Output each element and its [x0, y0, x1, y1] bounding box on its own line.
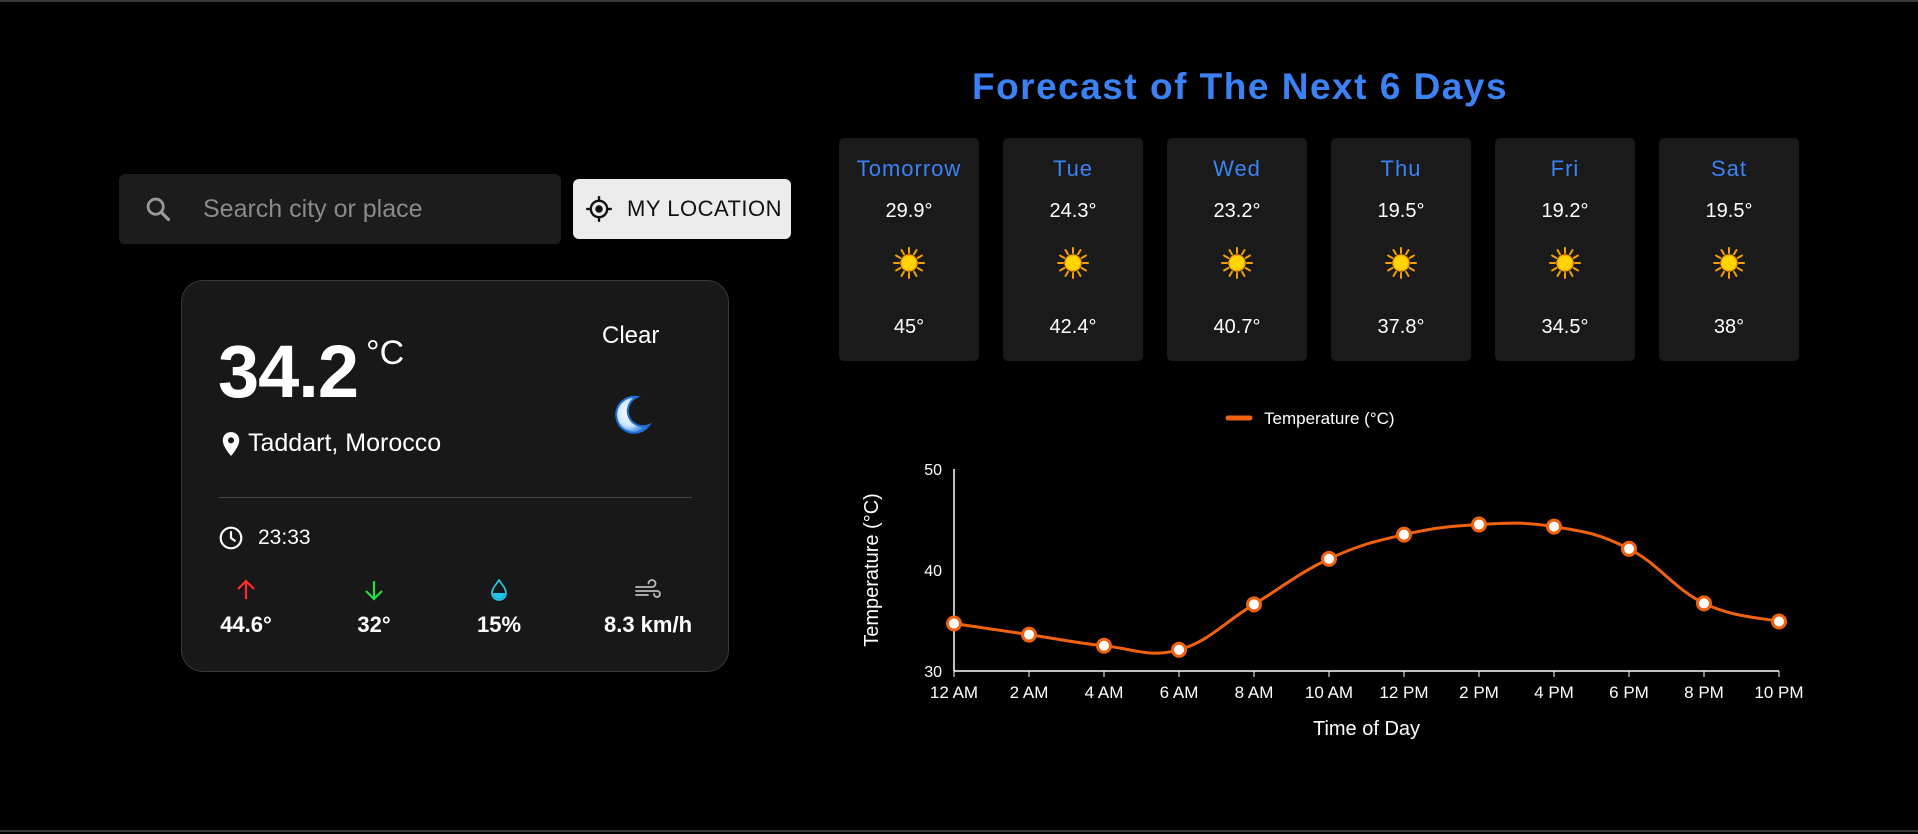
data-point — [1396, 526, 1412, 543]
x-tick-label: 12 AM — [930, 683, 978, 702]
data-point — [1471, 516, 1487, 533]
y-tick-label: 40 — [924, 563, 942, 580]
data-point — [1696, 595, 1712, 612]
temperature-chart: 50 40 30 12 AM 2 AM 4 AM 6 AM 8 AM 10 AM 12 PM 2 P… — [861, 409, 1804, 740]
data-point — [1021, 626, 1037, 643]
data-point — [1771, 613, 1787, 630]
x-tick-label: 10 AM — [1305, 683, 1353, 702]
x-tick-label: 12 PM — [1379, 683, 1428, 702]
y-tick-label: 30 — [924, 664, 942, 681]
x-tick-label: 8 AM — [1235, 683, 1274, 702]
data-point — [1621, 540, 1637, 557]
legend-label: Temperature (°C) — [1264, 409, 1395, 428]
x-tick-label: 10 PM — [1754, 683, 1803, 702]
data-point — [1096, 637, 1112, 654]
x-tick-label: 2 PM — [1459, 683, 1499, 702]
x-tick-label: 2 AM — [1010, 683, 1049, 702]
data-point — [946, 615, 962, 632]
x-tick-label: 8 PM — [1684, 683, 1724, 702]
x-tick-label: 4 PM — [1534, 683, 1574, 702]
x-tick-label: 6 AM — [1160, 683, 1199, 702]
series-line — [953, 521, 1780, 655]
data-point — [1246, 596, 1262, 613]
data-point — [1321, 550, 1337, 567]
x-tick-label: 6 PM — [1609, 683, 1649, 702]
y-axis-label: Temperature (°C) — [861, 493, 883, 647]
y-tick-label: 50 — [924, 462, 942, 479]
x-axis-label: Time of Day — [1313, 718, 1420, 740]
data-point — [1171, 641, 1187, 658]
x-tick-label: 4 AM — [1085, 683, 1124, 702]
data-point — [1546, 518, 1562, 535]
